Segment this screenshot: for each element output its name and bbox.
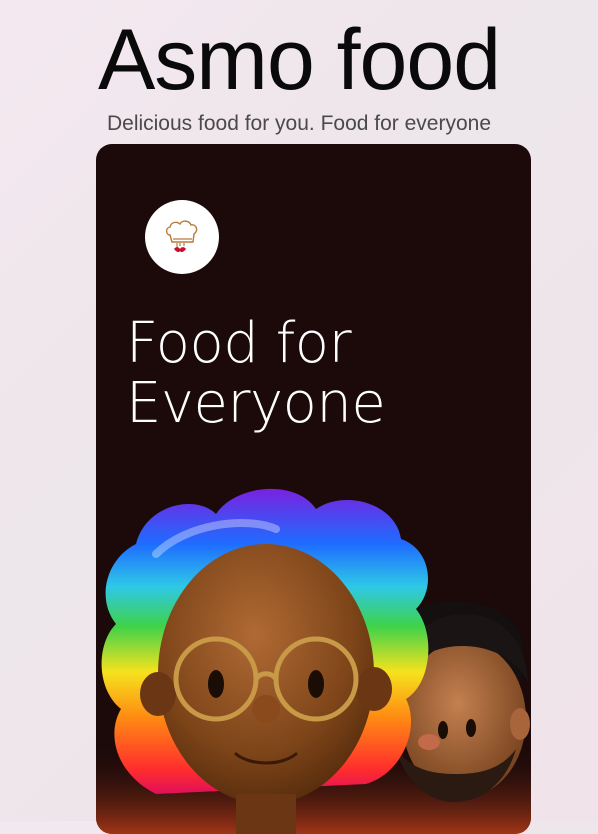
promo-card: Food for Everyone <box>96 144 531 834</box>
card-headline-line1: Food for <box>126 311 352 376</box>
card-headline: Food for Everyone <box>126 314 506 434</box>
page-subtitle: Delicious food for you. Food for everyon… <box>106 112 492 135</box>
page-title: Asmo food <box>97 12 501 108</box>
logo <box>145 200 219 274</box>
chef-hat-icon <box>165 220 198 253</box>
characters-illustration <box>96 488 531 834</box>
card-headline-line2: Everyone <box>126 371 386 436</box>
